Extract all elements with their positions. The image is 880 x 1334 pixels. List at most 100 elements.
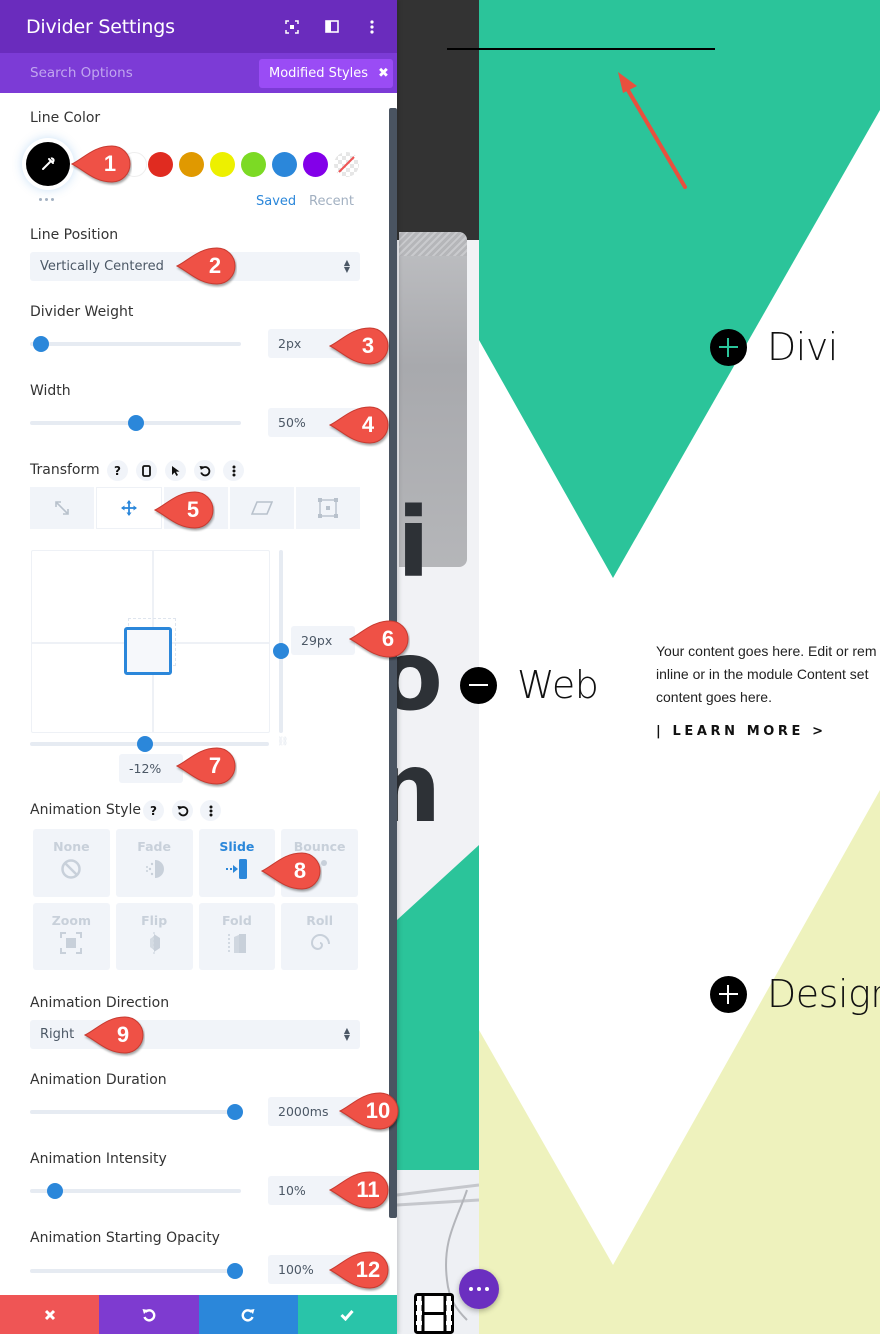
anim-option-fold[interactable]: Fold [198,902,276,970]
dot [469,1287,473,1291]
film-icon[interactable] [414,1293,454,1334]
width-slider[interactable] [30,415,241,431]
slider-handle[interactable] [127,415,144,431]
monitor-vent [399,232,467,256]
annotation-marker: 2 [175,246,237,286]
animation-intensity-label: Animation Intensity [30,1151,167,1167]
modified-styles-filter[interactable]: Modified Styles ✖ [259,59,393,88]
flip-icon [150,931,161,954]
undo-icon [142,1308,156,1322]
anim-option-fade[interactable]: Fade [115,829,193,897]
reset-icon[interactable] [172,800,193,821]
swatch-red[interactable] [148,152,173,177]
more-vertical-icon[interactable] [200,800,221,821]
translate-x-input[interactable] [119,754,183,783]
redo-button[interactable] [198,1295,298,1334]
page-settings-button[interactable] [459,1269,499,1309]
annotation-number: 12 [355,1257,381,1282]
move-icon [121,500,137,516]
annotation-marker: 4 [328,405,390,445]
help-icon[interactable]: ? [107,460,128,481]
more-vertical-icon[interactable] [365,19,379,34]
swatch-transparent[interactable] [334,152,359,177]
tab-saved[interactable]: Saved [256,194,296,209]
option-label: Fade [137,839,171,854]
annotation-marker: 3 [328,326,390,366]
toggle-divi[interactable]: Divi [710,325,838,369]
link-values-icon[interactable]: ⛓ [277,737,288,747]
translated-element-preview [124,627,172,675]
animation-intensity-slider[interactable] [30,1183,241,1199]
sidebar-toggle-icon[interactable] [325,20,339,34]
search-options-input[interactable] [30,53,230,93]
learn-more-link[interactable]: | LEARN MORE > [656,724,827,739]
swatch-yellow[interactable] [210,152,235,177]
translate-y-input[interactable] [291,626,355,655]
anim-option-roll[interactable]: Roll [281,902,358,970]
more-colors-icon[interactable] [39,198,54,201]
anim-option-zoom[interactable]: Zoom [33,902,110,970]
swatch-orange[interactable] [179,152,204,177]
hover-pointer-icon[interactable] [165,460,186,481]
annotation-arrow-icon [618,72,687,189]
help-icon[interactable]: ? [143,800,164,821]
redo-icon [241,1308,255,1322]
slider-handle[interactable] [226,1263,243,1279]
slider-handle[interactable] [47,1183,64,1199]
anim-option-none[interactable]: None [33,829,110,897]
annotation-marker: 7 [175,746,237,786]
swatch-purple[interactable] [303,152,328,177]
hero-letter: i [397,487,430,599]
toggle-design[interactable]: Design [710,972,880,1016]
translate-preview-grid[interactable] [31,550,270,733]
annotation-number: 11 [356,1177,380,1202]
option-label: None [53,839,90,854]
select-arrows-icon: ▲ ▼ [343,1026,350,1042]
toggle-web[interactable]: Web [460,663,599,707]
annotation-marker: 11 [328,1170,390,1210]
divider-line-preview[interactable] [447,48,715,50]
zoom-icon [60,931,83,954]
panel-scrollbar[interactable] [389,108,397,1218]
slider-handle[interactable] [136,736,153,752]
tab-transform-origin[interactable] [296,487,360,529]
toggle-title: Divi [767,325,838,369]
reset-icon[interactable] [194,460,215,481]
fade-icon [146,860,165,878]
translate-y-slider[interactable] [273,550,289,733]
color-picker-button[interactable] [26,142,70,186]
save-button[interactable] [297,1295,397,1334]
panel-header[interactable]: Divider Settings [0,0,397,53]
cancel-button[interactable] [0,1295,100,1334]
yellow-triangle [479,790,880,1334]
undo-button[interactable] [99,1295,199,1334]
close-icon [44,1309,55,1320]
slide-icon [225,859,247,879]
slider-handle[interactable] [226,1104,243,1120]
annotation-marker: 12 [328,1250,390,1290]
swatch-green[interactable] [241,152,266,177]
divider-weight-slider[interactable] [30,336,241,352]
animation-direction-select[interactable]: Right ▲ ▼ [30,1020,360,1049]
responsive-phone-icon[interactable] [136,460,157,481]
expand-icon[interactable] [285,19,299,34]
hero-letter: n [397,732,442,844]
toggle-title: Design [767,972,880,1016]
annotation-number: 5 [186,497,200,522]
annotation-number: 3 [361,333,375,358]
animation-opacity-slider[interactable] [30,1263,243,1279]
content-line: content goes here. [656,689,772,705]
tab-transform-skew[interactable] [230,487,294,529]
tab-recent[interactable]: Recent [309,194,354,209]
more-vertical-icon[interactable] [223,460,244,481]
annotation-marker: 9 [83,1015,145,1055]
swatch-blue[interactable] [272,152,297,177]
animation-duration-slider[interactable] [30,1104,243,1120]
slider-handle[interactable] [32,336,49,352]
close-icon[interactable]: ✖ [378,66,389,81]
anim-option-flip[interactable]: Flip [115,902,193,970]
panel-toolbar: Modified Styles ✖ [0,53,397,93]
animation-style-label: Animation Style [30,802,141,818]
slider-handle[interactable] [273,642,289,659]
tab-transform-scale[interactable] [30,487,94,529]
